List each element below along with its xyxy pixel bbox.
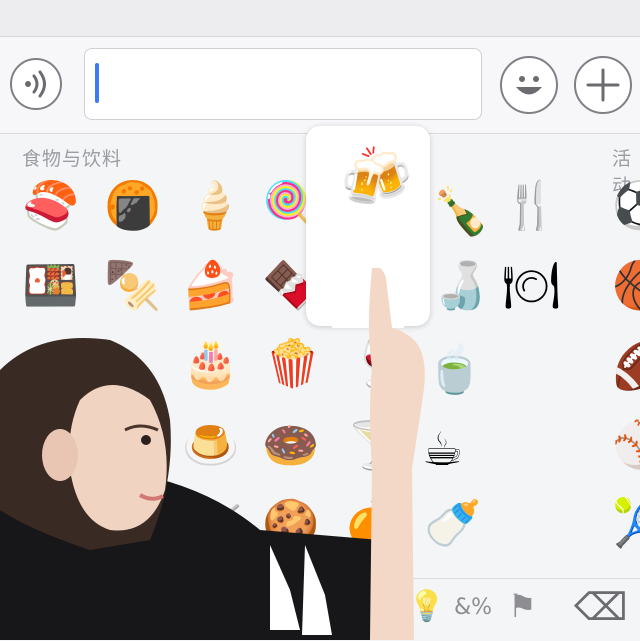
pointing-finger-overlay: [369, 268, 425, 640]
emoji-cake-slice[interactable]: 🍰: [182, 262, 239, 308]
emoji-tea[interactable]: 🍵: [426, 346, 483, 392]
emoji-oden[interactable]: 🍢: [104, 262, 161, 308]
plus-icon: [586, 68, 620, 102]
message-input[interactable]: [84, 48, 482, 120]
voice-input-button[interactable]: [10, 58, 62, 110]
emoji-button[interactable]: [500, 56, 558, 114]
symbols-category-icon[interactable]: &%: [454, 595, 492, 620]
text-caret: [95, 63, 99, 103]
emoji-soccer[interactable]: ⚽: [612, 182, 640, 228]
emoji-sake[interactable]: 🍶: [432, 262, 489, 308]
more-button[interactable]: [574, 56, 632, 114]
flag-category-icon[interactable]: ⚑: [508, 587, 537, 625]
emoji-baby-bottle[interactable]: 🍼: [424, 500, 481, 546]
person-photo-overlay: [0, 338, 395, 640]
emoji-beers-preview: 🍻: [340, 143, 413, 211]
emoji-sushi[interactable]: 🍣: [22, 182, 79, 228]
delete-key[interactable]: ⌫: [574, 585, 628, 629]
emoji-ice-cream[interactable]: 🍦: [186, 182, 243, 228]
emoji-baseball[interactable]: ⚾: [612, 422, 640, 468]
emoji-tennis[interactable]: 🎾: [612, 500, 640, 546]
section-title-food: 食物与饮料: [22, 148, 123, 170]
emoji-bento[interactable]: 🍱: [22, 262, 79, 308]
emoji-champagne[interactable]: 🍾: [432, 188, 489, 234]
emoji-fork-knife[interactable]: 🍴: [502, 182, 559, 228]
top-strip: [0, 0, 640, 37]
emoji-rice-cracker[interactable]: 🍘: [104, 182, 161, 228]
emoji-plate[interactable]: 🍽: [502, 262, 560, 308]
voice-icon: [25, 70, 46, 98]
emoji-basketball[interactable]: 🏀: [612, 262, 640, 308]
emoji-football[interactable]: 🏈: [612, 342, 640, 388]
smiley-icon: [516, 76, 542, 95]
